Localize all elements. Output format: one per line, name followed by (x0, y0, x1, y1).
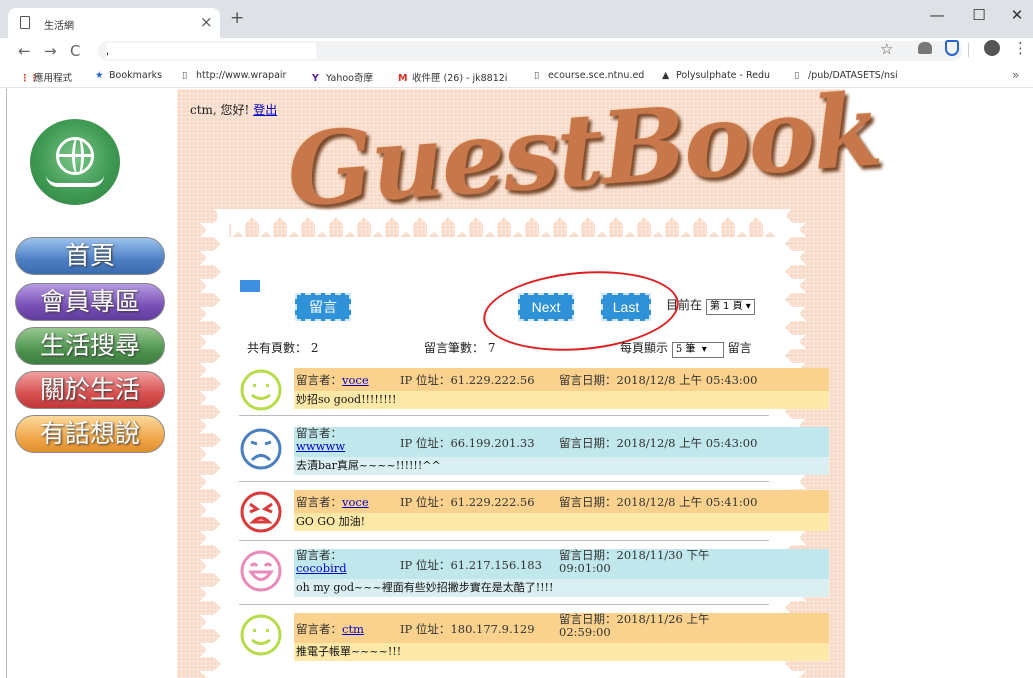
address-input[interactable] (106, 43, 316, 59)
per-page-select[interactable]: 5 筆 ▾ (671, 342, 724, 358)
new-tab-button[interactable]: + (230, 10, 244, 27)
page-select[interactable]: 第 1 頁 ▾ (705, 299, 755, 315)
entry-header: 留言者： wwwww IP 位址：66.199.201.33 留言日期：2018/… (294, 427, 829, 457)
bookmarks-more-icon[interactable]: » (1012, 68, 1019, 82)
bookmark-bookmarks[interactable]: ★ Bookmarks (95, 70, 170, 81)
bookmarks-bar: ⋮⋮應用程式 ★ Bookmarks ▯ http://www.wrapair YY… (0, 64, 1033, 88)
browser-tab[interactable]: 生活網 × (8, 8, 220, 38)
toolbar-divider (968, 43, 969, 57)
entry-message: oh my god~~~裡面有些妙招撇步實在是太酷了!!!! (294, 579, 829, 597)
entry-message: 去漬bar真屌~~~~!!!!!!^^ (294, 457, 829, 475)
author-link[interactable]: cocobird (296, 561, 347, 575)
entry-header: 留言者：ctm IP 位址：180.177.9.129 留言日期：2018/11… (294, 613, 829, 643)
bookmark-apps[interactable]: ⋮⋮應用程式 (20, 70, 82, 84)
nav-life-search[interactable]: 生活搜尋 (15, 327, 165, 365)
star-icon: ★ (95, 70, 104, 81)
total-pages: 共有頁數： 2 (247, 341, 319, 355)
greeting-text: ctm, 您好! (190, 103, 250, 117)
extension-cloud-icon[interactable] (918, 42, 932, 54)
close-window-button[interactable]: ✕ (1002, 6, 1032, 24)
nav-about[interactable]: 關於生活 (15, 371, 165, 409)
author-link[interactable]: voce (342, 495, 369, 509)
site-logo (30, 119, 120, 205)
drive-icon: ▲ (662, 70, 670, 81)
nav-member-area[interactable]: 會員專區 (15, 283, 165, 321)
guestbook-title: GuestBook (283, 70, 884, 230)
user-greeting: ctm, 您好! 登出 (190, 101, 277, 118)
author-link[interactable]: ctm (342, 622, 364, 636)
logout-link[interactable]: 登出 (253, 103, 277, 117)
page-body: 首頁 會員專區 生活搜尋 關於生活 有話想說 ctm, 您好! 登出 Guest… (0, 70, 1033, 678)
entry-divider (239, 540, 769, 541)
profile-icon[interactable] (984, 40, 1000, 56)
author-link[interactable]: voce (342, 373, 369, 387)
entry-divider (239, 481, 769, 482)
maximize-button[interactable]: ☐ (964, 6, 994, 24)
back-icon[interactable]: ← (18, 42, 31, 60)
reload-icon[interactable]: C (70, 42, 80, 60)
sad-face-icon (240, 428, 282, 470)
total-count: 留言筆數： 7 (424, 341, 496, 355)
page-icon: ▯ (182, 70, 188, 81)
bookmark-yahoo[interactable]: Y Yahoo奇摩 (312, 70, 388, 84)
entry-message: 妙招so good!!!!!!!! (294, 391, 829, 409)
page-icon: ▯ (534, 70, 540, 81)
bookmark-star-icon[interactable]: ☆ (880, 40, 893, 58)
entry-header: 留言者：voce IP 位址：61.229.222.56 留言日期：2018/1… (294, 490, 829, 513)
hand-icon (46, 175, 104, 187)
globe-icon (56, 137, 94, 175)
entry-header: 留言者： cocobird IP 位址：61.217.156.183 留言日期：2… (294, 549, 829, 579)
tab-title: 生活網 (44, 21, 74, 32)
browser-toolbar: ← → C ☆ ⋮ (0, 38, 1033, 64)
page-icon (20, 16, 30, 29)
entry-header: 留言者：voce IP 位址：61.229.222.56 留言日期：2018/1… (294, 368, 829, 391)
current-page-indicator: 目前在 第 1 頁 ▾ (666, 296, 755, 315)
forward-icon[interactable]: → (44, 42, 57, 60)
yahoo-icon: Y (312, 73, 319, 84)
address-bar[interactable] (98, 41, 962, 61)
nav-home[interactable]: 首頁 (15, 237, 165, 275)
smile-face-icon (240, 614, 282, 656)
tab-close-icon[interactable]: × (200, 13, 213, 31)
entry-message: 推電子帳單~~~~!!! (294, 643, 829, 661)
entry-divider (239, 604, 769, 605)
apps-icon: ⋮⋮ (20, 73, 39, 84)
per-page-control: 每頁顯示 5 筆 ▾ 留言 (620, 339, 752, 358)
sidebar-border (6, 89, 7, 678)
bookmark-gmail[interactable]: M 收件匣 (26) - jk8812i (398, 70, 516, 84)
entry-message: GO GO 加油! (294, 513, 829, 531)
browser-menu-icon[interactable]: ⋮ (1013, 39, 1028, 57)
nav-say-something[interactable]: 有話想說 (15, 415, 165, 453)
blue-marker (240, 280, 260, 292)
angry-face-icon (240, 491, 282, 533)
author-link[interactable]: wwwww (296, 439, 345, 453)
bookmark-wrapair[interactable]: ▯ http://www.wrapair (182, 70, 298, 81)
gmail-icon: M (398, 73, 408, 84)
smile-face-icon (240, 369, 282, 411)
entry-divider (239, 415, 769, 416)
laugh-face-icon (240, 550, 282, 592)
extension-shield-icon[interactable] (945, 40, 959, 56)
browser-titlebar: 生活網 × + — ☐ ✕ (0, 0, 1033, 38)
post-message-button[interactable]: 留言 (295, 293, 351, 321)
bookmark-ecourse[interactable]: ▯ ecourse.sce.ntnu.ed (534, 70, 646, 81)
guestbook-content: ctm, 您好! 登出 GuestBook 留言 Next Last 目前在 第… (177, 70, 884, 678)
minimize-button[interactable]: — (922, 6, 952, 24)
